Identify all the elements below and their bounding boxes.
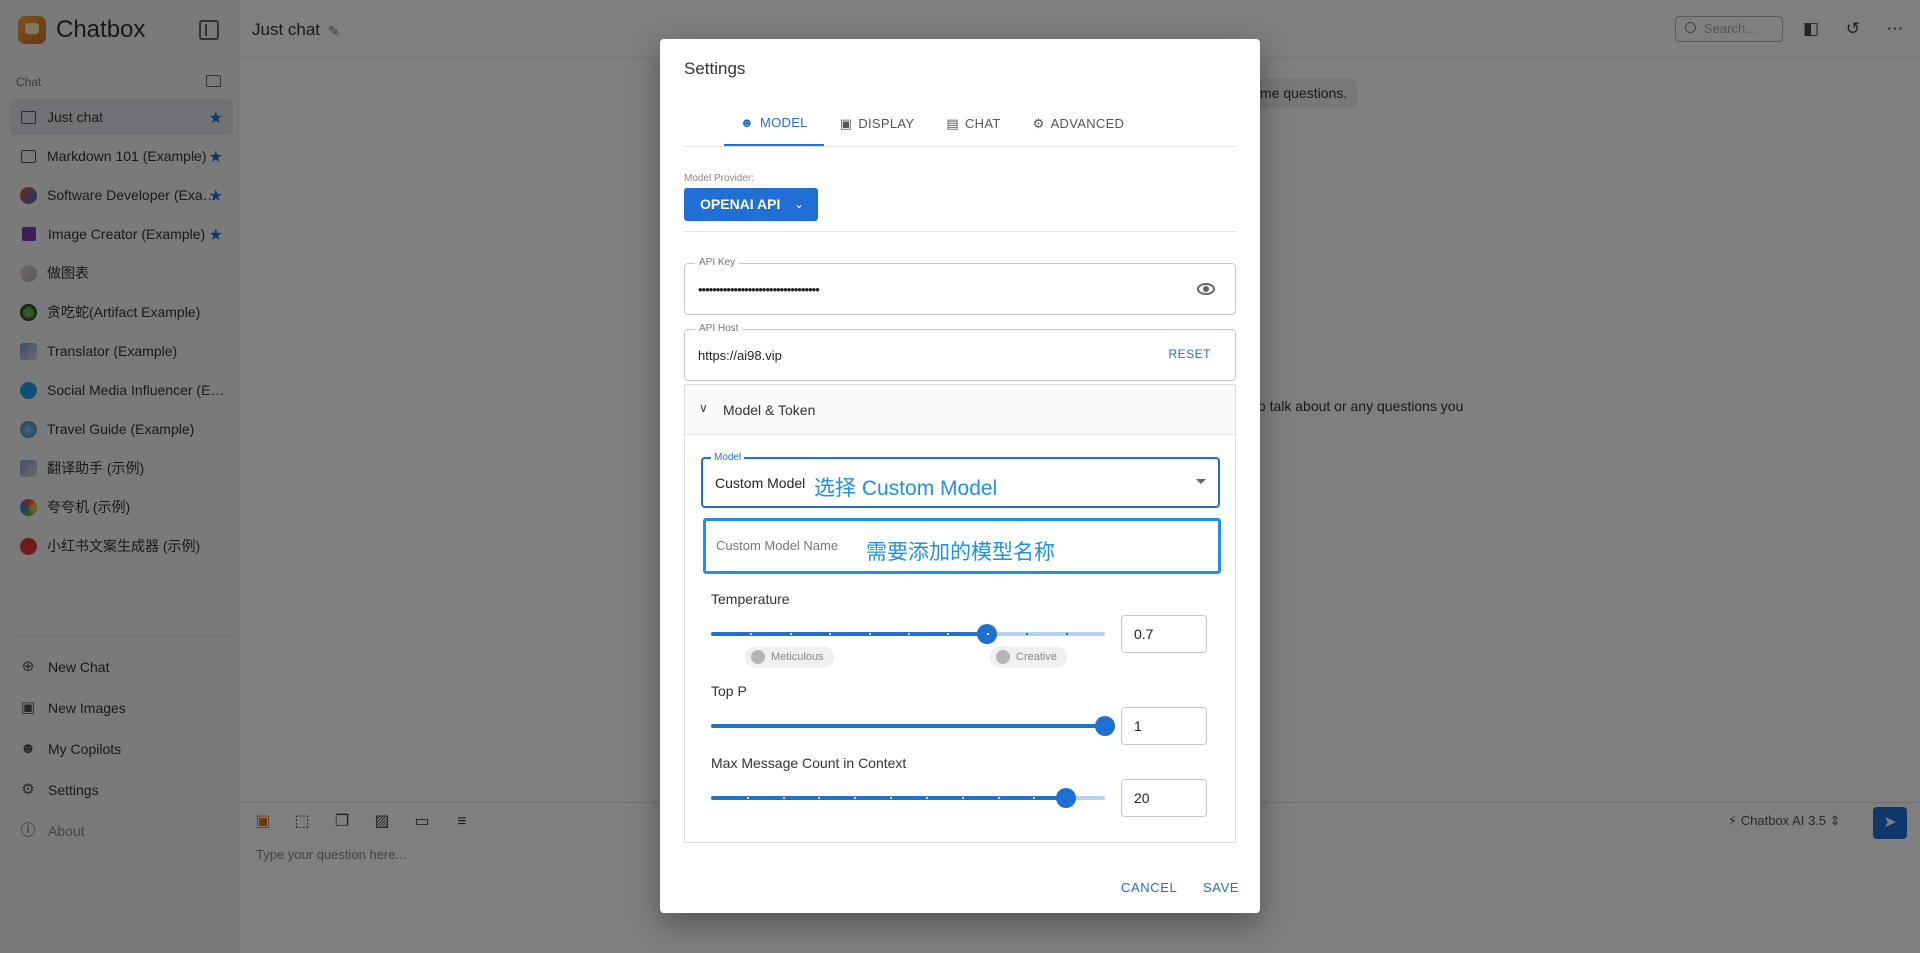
slider-thumb[interactable] — [1055, 788, 1076, 808]
top-p-label: Top P — [711, 683, 747, 699]
slider-tick — [961, 797, 964, 799]
api-host-field[interactable]: API Host https://ai98.vip RESET — [684, 323, 1236, 381]
slider-tick — [818, 797, 821, 799]
slider-tick — [868, 633, 871, 635]
top-p-slider[interactable] — [711, 716, 1115, 736]
creative-chip: Creative — [990, 646, 1067, 668]
tab-advanced[interactable]: ⚙ ADVANCED — [1017, 101, 1141, 146]
custom-model-name-input[interactable]: Custom Model Name 需要添加的模型名称 — [703, 518, 1221, 574]
top-p-input[interactable]: 1 — [1121, 707, 1207, 745]
gear-icon: ⚙ — [1032, 115, 1045, 131]
api-key-value: •••••••••••••••••••••••••••••••••• — [698, 282, 820, 297]
slider-tick — [782, 797, 785, 799]
slider-tick — [1033, 797, 1036, 799]
slider-tick — [1069, 797, 1072, 799]
robot-icon: ☻ — [740, 115, 754, 130]
slider-tick — [854, 797, 857, 799]
meticulous-chip: Meticulous — [745, 646, 834, 668]
slider-tick — [750, 633, 753, 635]
temperature-label: Temperature — [711, 591, 790, 607]
api-key-field[interactable]: API Key ••••••••••••••••••••••••••••••••… — [684, 257, 1236, 315]
tab-display[interactable]: ▣ DISPLAY — [824, 101, 931, 146]
creative-icon — [996, 650, 1010, 664]
slider-tick — [746, 797, 749, 799]
model-token-accordion: ∨ Model & Token Model Custom Model 选择 Cu… — [684, 384, 1236, 843]
accordion-title: Model & Token — [723, 402, 816, 418]
max-message-count-input[interactable]: 20 — [1121, 779, 1207, 817]
slider-tick — [789, 633, 792, 635]
slider-tick — [1065, 633, 1068, 635]
slider-fill — [711, 796, 1066, 800]
slider-tick — [829, 633, 832, 635]
custom-model-annotation: 需要添加的模型名称 — [866, 541, 1055, 564]
chat-icon: ▤ — [946, 115, 959, 131]
chip-label: Creative — [1016, 651, 1057, 663]
tab-label: CHAT — [964, 116, 1001, 131]
model-label: Model — [711, 452, 745, 463]
slider-thumb[interactable] — [1095, 716, 1115, 736]
tabs-divider — [684, 146, 1236, 147]
temperature-slider[interactable] — [711, 624, 1105, 644]
provider-label: Model Provider: — [684, 173, 755, 184]
chip-label: Meticulous — [771, 651, 824, 663]
tab-label: MODEL — [759, 115, 808, 130]
eye-icon[interactable] — [1197, 283, 1215, 295]
slider-tick — [908, 633, 910, 635]
meticulous-icon — [751, 650, 765, 664]
reset-button[interactable]: RESET — [1168, 347, 1211, 361]
model-value: Custom Model — [715, 475, 806, 491]
accordion-header[interactable]: ∨ Model & Token — [685, 385, 1235, 435]
tab-chat[interactable]: ▤ CHAT — [930, 101, 1016, 146]
tab-label: ADVANCED — [1050, 116, 1125, 131]
max-message-count-label: Max Message Count in Context — [711, 755, 907, 771]
tab-label: DISPLAY — [858, 116, 915, 131]
display-icon: ▣ — [839, 115, 853, 131]
model-select[interactable]: Model Custom Model 选择 Custom Model — [701, 452, 1220, 508]
slider-tick — [890, 797, 893, 799]
slider-tick — [986, 633, 989, 635]
settings-dialog: Settings ☻ MODEL ▣ DISPLAY ▤ CHAT ⚙ ADVA… — [660, 39, 1260, 913]
model-annotation: 选择 Custom Model — [814, 477, 998, 500]
model-provider-dropdown[interactable]: OPENAI API ⌄ — [684, 188, 818, 221]
settings-tabs: ☻ MODEL ▣ DISPLAY ▤ CHAT ⚙ ADVANCED — [724, 101, 1140, 146]
api-key-label: API Key — [695, 257, 740, 268]
chevron-down-icon: ∨ — [699, 401, 708, 415]
provider-value: OPENAI API — [700, 196, 781, 212]
section-divider — [684, 231, 1236, 232]
temperature-input[interactable]: 0.7 — [1121, 615, 1207, 653]
api-host-value: https://ai98.vip — [698, 348, 782, 363]
dialog-title: Settings — [684, 59, 746, 78]
slider-tick — [1026, 633, 1029, 635]
slider-tick — [925, 797, 928, 799]
caret-down-icon — [1196, 479, 1206, 484]
slider-fill — [711, 724, 1105, 728]
slider-tick — [947, 633, 950, 635]
tab-model[interactable]: ☻ MODEL — [724, 101, 824, 146]
max-message-count-slider[interactable] — [711, 788, 1105, 808]
chevron-down-icon: ⌄ — [793, 197, 804, 211]
api-host-label: API Host — [695, 323, 743, 334]
slider-tick — [997, 797, 1000, 799]
cancel-button[interactable]: CANCEL — [1121, 880, 1177, 895]
custom-model-placeholder: Custom Model Name — [716, 538, 839, 553]
save-button[interactable]: SAVE — [1203, 880, 1239, 895]
